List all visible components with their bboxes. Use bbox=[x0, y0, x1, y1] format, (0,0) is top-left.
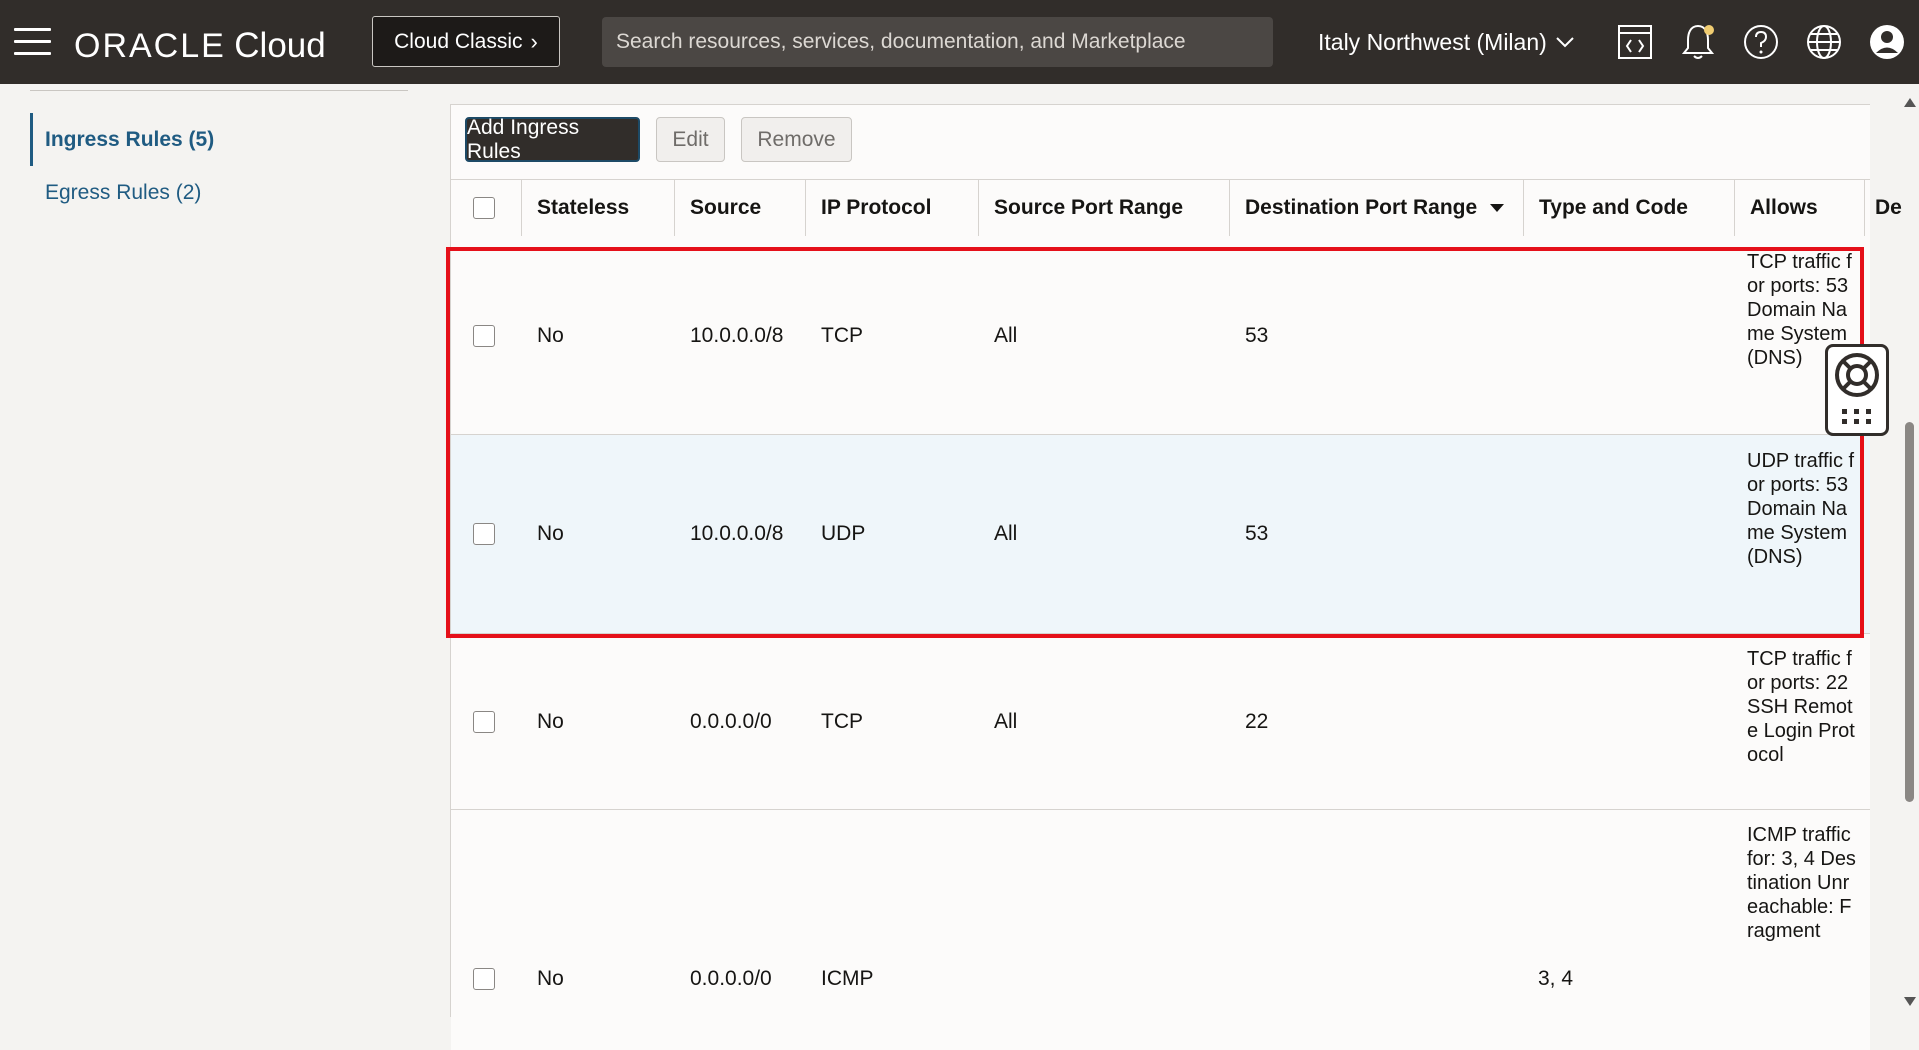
brand-name: ORACLE bbox=[74, 27, 226, 65]
remove-button[interactable]: Remove bbox=[741, 117, 852, 162]
table-header-row: Stateless Source IP Protocol Source Port… bbox=[451, 179, 1902, 237]
search-input[interactable]: Search resources, services, documentatio… bbox=[602, 17, 1273, 67]
row-checkbox[interactable] bbox=[473, 325, 495, 347]
page-scrollbar[interactable] bbox=[1900, 84, 1919, 1016]
source-port-cell: All bbox=[994, 324, 1018, 347]
grid-dots-icon bbox=[1842, 409, 1871, 424]
destination-port-range-label: Destination Port Range bbox=[1245, 196, 1478, 219]
cloud-classic-button[interactable]: Cloud Classic › bbox=[372, 16, 560, 67]
row-checkbox[interactable] bbox=[473, 523, 495, 545]
sidebar-item-ingress-rules[interactable]: Ingress Rules (5) bbox=[30, 113, 405, 166]
protocol-cell: ICMP bbox=[821, 967, 874, 990]
column-header-source-port-range[interactable]: Source Port Range bbox=[978, 180, 1229, 236]
source-cell: 10.0.0.0/8 bbox=[690, 324, 784, 347]
table-row: No 10.0.0.0/8 TCP All 53 TCP traffic for… bbox=[451, 236, 1870, 435]
scroll-thumb[interactable] bbox=[1905, 422, 1914, 802]
brand-sub: Cloud bbox=[234, 26, 326, 65]
chevron-right-icon: › bbox=[530, 28, 538, 54]
table-row: No 10.0.0.0/8 UDP All 53 UDP traffic for… bbox=[451, 435, 1870, 634]
allows-cell: ICMP traffic for: 3, 4 Destination Unrea… bbox=[1747, 824, 1856, 942]
source-cell: 10.0.0.0/8 bbox=[690, 522, 784, 545]
edit-button[interactable]: Edit bbox=[656, 117, 725, 162]
region-selector[interactable]: Italy Northwest (Milan) bbox=[1318, 24, 1575, 60]
top-header: ORACLE Cloud Cloud Classic › Search reso… bbox=[0, 0, 1919, 84]
protocol-cell: UDP bbox=[821, 522, 866, 545]
column-header-ip-protocol[interactable]: IP Protocol bbox=[805, 180, 978, 236]
destination-port-cell: 53 bbox=[1245, 522, 1269, 545]
allows-cell: UDP traffic for ports: 53 Domain Name Sy… bbox=[1747, 450, 1855, 568]
scroll-down-arrow-icon[interactable] bbox=[1904, 997, 1916, 1006]
row-checkbox[interactable] bbox=[473, 968, 495, 990]
column-header-stateless[interactable]: Stateless bbox=[521, 180, 674, 236]
protocol-cell: TCP bbox=[821, 324, 863, 347]
code-editor-icon[interactable] bbox=[1615, 22, 1655, 62]
notification-bell-icon[interactable] bbox=[1678, 22, 1718, 62]
sort-descending-icon bbox=[1490, 204, 1505, 213]
destination-port-cell: 22 bbox=[1245, 710, 1269, 733]
chevron-down-icon bbox=[1556, 37, 1574, 48]
allows-cell: TCP traffic for ports: 22 SSH Remote Log… bbox=[1747, 648, 1855, 766]
sidebar-item-egress-rules[interactable]: Egress Rules (2) bbox=[30, 181, 405, 205]
destination-port-cell: 53 bbox=[1245, 324, 1269, 347]
menu-icon[interactable] bbox=[14, 28, 51, 56]
source-port-cell: All bbox=[994, 522, 1018, 545]
row-checkbox[interactable] bbox=[473, 711, 495, 733]
source-port-cell: All bbox=[994, 710, 1018, 733]
table-row: No 0.0.0.0/0 TCP All 22 TCP traffic for … bbox=[451, 634, 1870, 810]
user-profile-icon[interactable] bbox=[1867, 22, 1907, 62]
source-cell: 0.0.0.0/0 bbox=[690, 710, 772, 733]
help-icon[interactable] bbox=[1741, 22, 1781, 62]
sidebar-divider bbox=[30, 90, 408, 91]
ingress-rules-panel: Add Ingress Rules Edit Remove Stateless … bbox=[450, 104, 1902, 1050]
stateless-cell: No bbox=[537, 967, 564, 990]
toolbar: Add Ingress Rules Edit Remove bbox=[465, 116, 852, 163]
stateless-cell: No bbox=[537, 324, 564, 347]
stateless-cell: No bbox=[537, 710, 564, 733]
column-header-type-and-code[interactable]: Type and Code bbox=[1523, 180, 1734, 236]
stateless-cell: No bbox=[537, 522, 564, 545]
column-header-description[interactable]: De bbox=[1864, 180, 1902, 236]
help-widget[interactable] bbox=[1825, 344, 1889, 436]
type-code-cell: 3, 4 bbox=[1538, 967, 1574, 990]
oracle-cloud-logo[interactable]: ORACLE Cloud bbox=[74, 24, 326, 75]
scroll-up-arrow-icon[interactable] bbox=[1904, 98, 1916, 107]
lifebuoy-icon bbox=[1835, 353, 1879, 397]
column-header-destination-port-range[interactable]: Destination Port Range bbox=[1229, 180, 1523, 236]
language-globe-icon[interactable] bbox=[1804, 22, 1844, 62]
select-all-checkbox[interactable] bbox=[473, 197, 495, 219]
region-label: Italy Northwest (Milan) bbox=[1318, 28, 1547, 55]
protocol-cell: TCP bbox=[821, 710, 863, 733]
column-header-allows[interactable]: Allows bbox=[1734, 180, 1864, 236]
source-cell: 0.0.0.0/0 bbox=[690, 967, 772, 990]
table-row: No 0.0.0.0/0 ICMP 3, 4 ICMP traffic for:… bbox=[451, 810, 1870, 1050]
cloud-classic-label: Cloud Classic bbox=[394, 29, 523, 53]
column-header-source[interactable]: Source bbox=[674, 180, 805, 236]
add-ingress-rules-button[interactable]: Add Ingress Rules bbox=[465, 116, 640, 163]
